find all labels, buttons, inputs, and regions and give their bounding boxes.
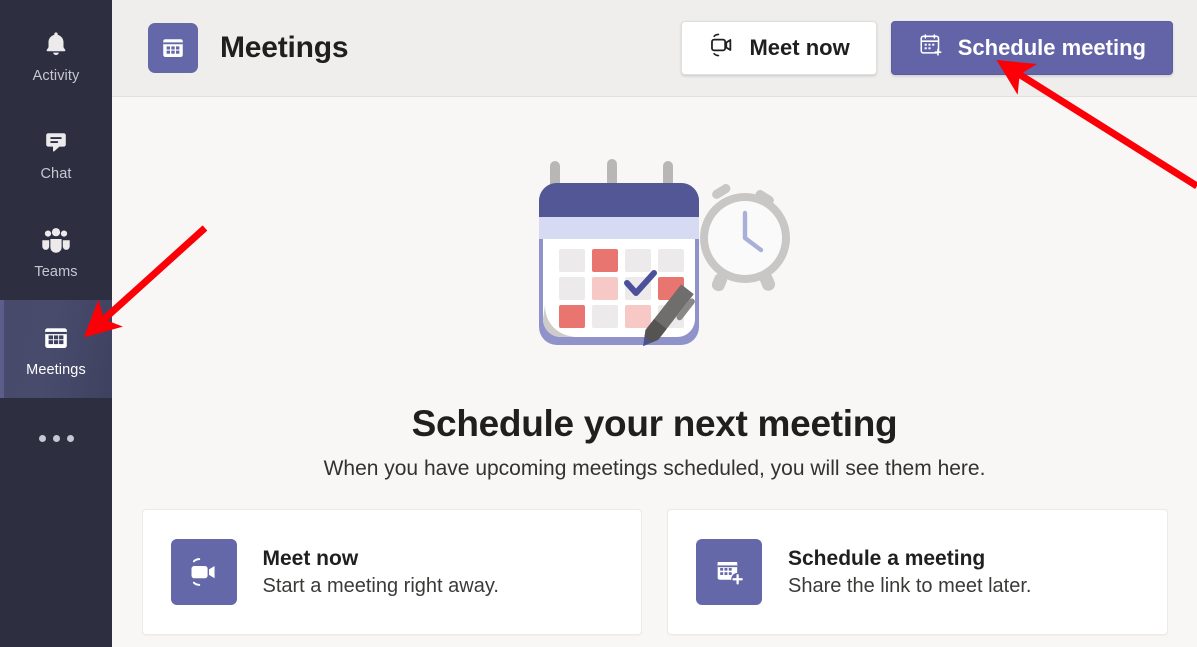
quick-action-cards: Meet now Start a meeting right away. Sch… — [141, 509, 1168, 635]
sidebar-more-button[interactable] — [0, 398, 112, 478]
calendar-with-clock-and-pen-illustration — [515, 155, 795, 385]
sidebar-item-label: Meetings — [26, 362, 86, 379]
content-area: Meetings Meet now Schedule meeting Sched… — [112, 0, 1197, 647]
page-title: Meetings — [220, 31, 349, 64]
ellipsis-icon-dot — [66, 434, 74, 442]
sidebar-item-chat[interactable]: Chat — [0, 104, 112, 202]
chat-bubble-icon — [38, 124, 74, 160]
sidebar-item-activity[interactable]: Activity — [0, 6, 112, 104]
schedule-meeting-button[interactable]: Schedule meeting — [890, 21, 1173, 75]
empty-state-heading: Schedule your next meeting — [411, 403, 898, 444]
meet-now-card-title: Meet now — [262, 546, 359, 570]
header-actions: Meet now Schedule meeting — [681, 21, 1173, 75]
calendar-icon — [38, 320, 74, 356]
calendar-add-icon — [696, 539, 762, 605]
meet-now-card-text: Meet now Start a meeting right away. — [263, 547, 499, 598]
teams-meetings-window: Activity Chat Teams Meetings Meetings Me… — [0, 0, 1197, 647]
schedule-meeting-card-title: Schedule a meeting — [788, 546, 986, 570]
meet-now-button[interactable]: Meet now — [681, 21, 877, 75]
empty-state-main: Schedule your next meeting When you have… — [112, 97, 1197, 647]
meet-now-card-description: Start a meeting right away. — [262, 574, 499, 597]
app-calendar-badge-icon — [148, 23, 198, 73]
calendar-add-icon — [918, 32, 945, 65]
ellipsis-icon-dot — [52, 434, 60, 442]
sidebar-item-label: Teams — [34, 264, 78, 281]
schedule-meeting-card[interactable]: Schedule a meeting Share the link to mee… — [667, 509, 1168, 635]
meet-now-card[interactable]: Meet now Start a meeting right away. — [141, 509, 642, 635]
schedule-meeting-card-description: Share the link to meet later. — [788, 574, 1032, 597]
sidebar-item-teams[interactable]: Teams — [0, 202, 112, 300]
video-camera-icon — [170, 539, 237, 605]
empty-state-subheading: When you have upcoming meetings schedule… — [323, 457, 986, 480]
app-left-rail: Activity Chat Teams Meetings — [0, 0, 112, 647]
ellipsis-icon-dot — [38, 434, 46, 442]
schedule-meeting-card-text: Schedule a meeting Share the link to mee… — [788, 547, 1031, 598]
meet-now-button-label: Meet now — [749, 35, 850, 60]
bell-icon — [38, 26, 74, 62]
video-camera-icon — [708, 32, 736, 64]
sidebar-item-label: Chat — [40, 166, 72, 183]
people-icon — [38, 222, 74, 258]
schedule-meeting-button-label: Schedule meeting — [957, 35, 1146, 60]
sidebar-item-meetings[interactable]: Meetings — [0, 300, 112, 398]
sidebar-item-label: Activity — [32, 68, 80, 85]
page-header: Meetings Meet now Schedule meeting — [112, 0, 1197, 97]
